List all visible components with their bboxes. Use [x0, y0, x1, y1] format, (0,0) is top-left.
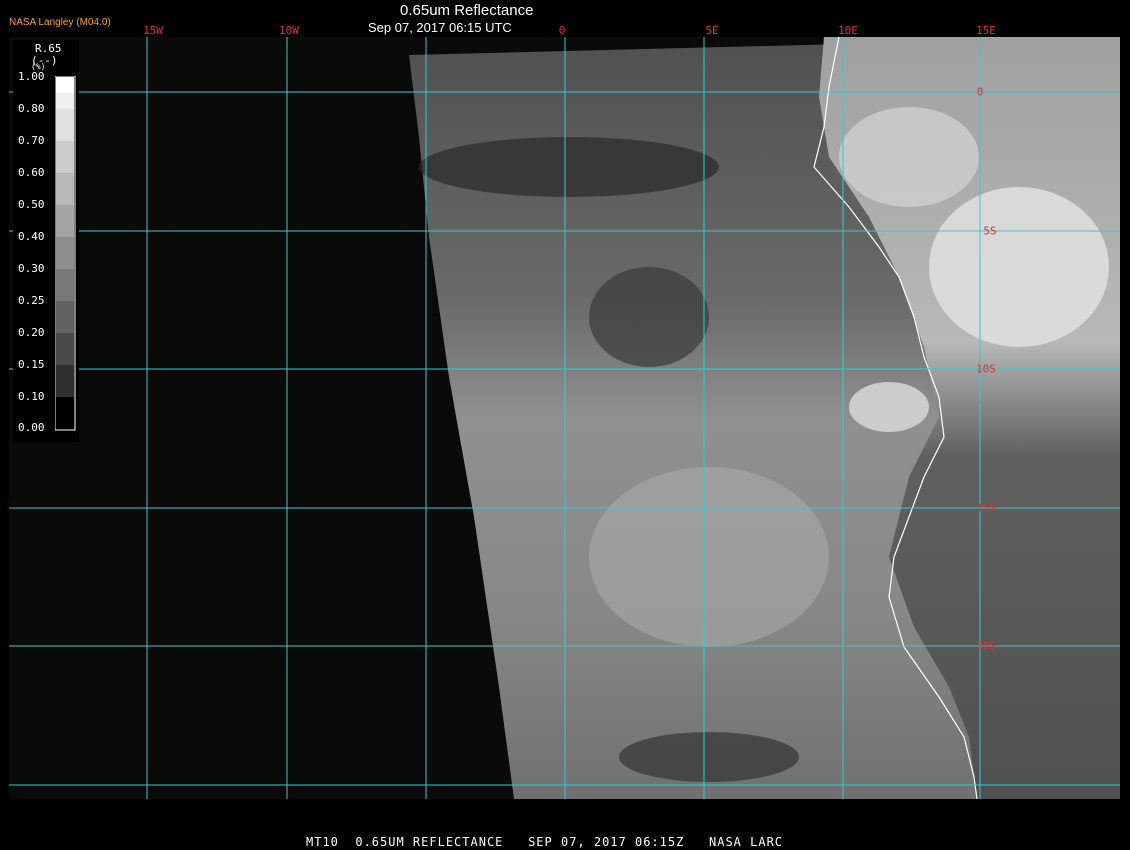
bright-patch-sea	[589, 467, 829, 647]
lon-label-0: 0	[558, 24, 566, 37]
dark-streak-north	[419, 137, 719, 197]
org-label: NASA Langley (M04.0)	[9, 17, 111, 28]
legend-tick: 0.25	[18, 294, 45, 307]
legend-tick: 0.15	[18, 358, 45, 371]
legend-tick: 1.00	[18, 70, 45, 83]
lon-label-15w: 15W	[143, 24, 163, 37]
lat-label-0: 0	[976, 85, 984, 99]
legend-tick: 0.00	[18, 421, 45, 434]
legend-tick: 0.10	[18, 390, 45, 403]
legend-tick: 0.80	[18, 102, 45, 115]
lon-label-5e: 5E	[705, 24, 719, 37]
lat-label-15s: 15S	[976, 501, 996, 515]
lat-label-10s: 10S	[976, 362, 996, 376]
footer-caption: MT10 0.65UM REFLECTANCE SEP 07, 2017 06:…	[306, 835, 784, 849]
dark-patch-central	[589, 267, 709, 367]
legend-tick: 0.20	[18, 326, 45, 339]
lon-label-10e: 10E	[838, 24, 858, 37]
legend-tick: 0.70	[18, 134, 45, 147]
color-scale-legend: R.65 (--) (%) 1.00 0.80 0.70 0.60 0.50 0…	[13, 40, 79, 442]
lat-label-5s: 5S	[983, 224, 997, 238]
dark-patch-south	[619, 732, 799, 782]
legend-tick: 0.30	[18, 262, 45, 275]
legend-tick: 0.50	[18, 198, 45, 211]
legend-colorbar	[55, 76, 76, 431]
satellite-image	[9, 37, 1120, 799]
legend-tick: 0.40	[18, 230, 45, 243]
cloud-cluster-ne	[839, 107, 979, 207]
cloud-cluster-east	[929, 187, 1109, 347]
image-datetime: Sep 07, 2017 06:15 UTC	[368, 20, 512, 35]
lat-label-20s: 20S	[976, 639, 996, 653]
legend-tick: 0.60	[18, 166, 45, 179]
lon-label-10w: 10W	[279, 24, 299, 37]
product-title: 0.65um Reflectance	[400, 2, 534, 19]
cloud-cluster-coast	[849, 382, 929, 432]
lon-label-15e: 15E	[976, 24, 996, 37]
